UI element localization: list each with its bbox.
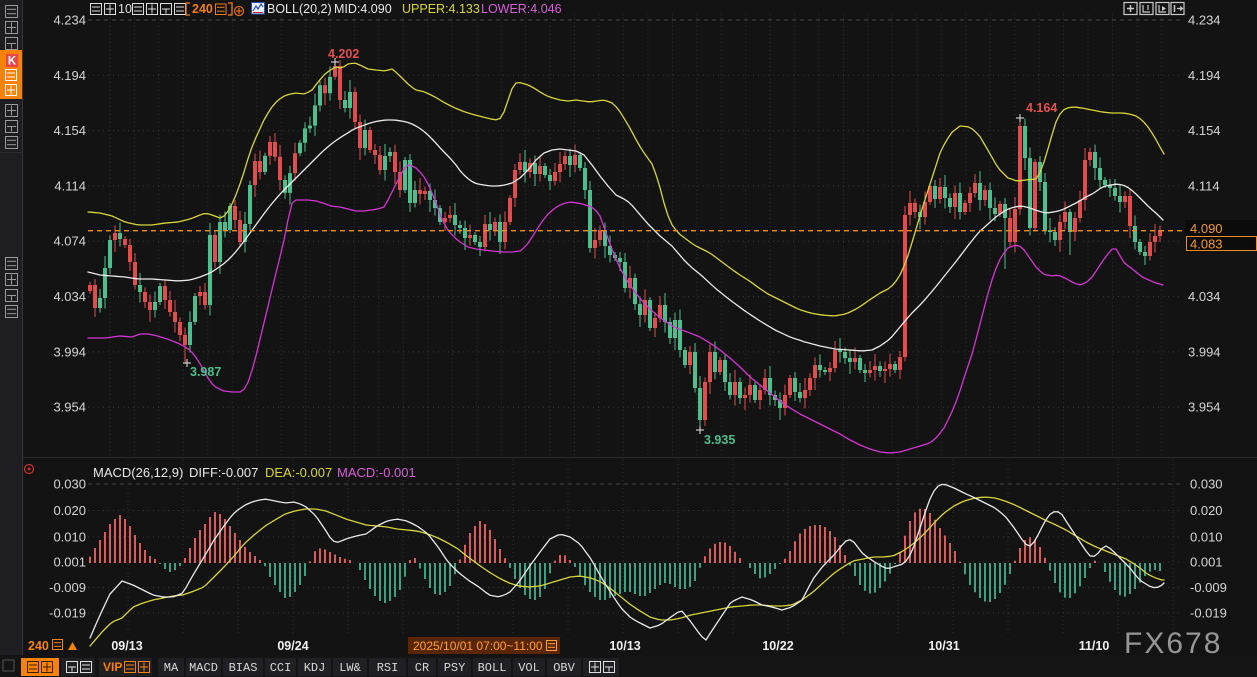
- svg-text:UPPER:4.133: UPPER:4.133: [402, 2, 480, 16]
- svg-text:10/31: 10/31: [928, 639, 959, 653]
- svg-text:0.010: 0.010: [53, 530, 86, 545]
- svg-text:4.154: 4.154: [1188, 123, 1221, 138]
- svg-text:0.020: 0.020: [1190, 503, 1223, 518]
- svg-text:MACD(26,12,9): MACD(26,12,9): [93, 465, 183, 480]
- svg-text:10: 10: [118, 2, 132, 16]
- svg-text:4.164: 4.164: [1026, 101, 1057, 115]
- svg-text:4.034: 4.034: [1188, 289, 1221, 304]
- svg-text:4.114: 4.114: [1188, 178, 1220, 193]
- svg-text:MID:4.090: MID:4.090: [334, 2, 392, 16]
- svg-text:BOLL(20,2): BOLL(20,2): [267, 2, 332, 16]
- svg-text:LW&: LW&: [339, 661, 361, 675]
- svg-text:MACD: MACD: [189, 661, 218, 675]
- svg-text:VIP: VIP: [103, 660, 122, 674]
- svg-text:240: 240: [28, 639, 49, 653]
- svg-text:10/22: 10/22: [762, 639, 793, 653]
- svg-text:MACD:-0.001: MACD:-0.001: [337, 465, 416, 480]
- svg-text:3.987: 3.987: [190, 365, 221, 379]
- svg-text:11/10: 11/10: [1079, 639, 1110, 653]
- svg-text:2025/10/01 07:00~11:00: 2025/10/01 07:00~11:00: [413, 639, 543, 653]
- svg-text:4.234: 4.234: [1188, 13, 1221, 28]
- svg-text:4.090: 4.090: [1190, 221, 1223, 236]
- svg-text:3.935: 3.935: [704, 433, 735, 447]
- svg-text:3.954: 3.954: [1188, 400, 1221, 415]
- svg-text:0.001: 0.001: [1190, 555, 1223, 570]
- svg-text:09/13: 09/13: [111, 639, 142, 653]
- svg-text:-0.019: -0.019: [1190, 606, 1227, 621]
- svg-text:MA: MA: [164, 661, 179, 675]
- svg-text:0.020: 0.020: [53, 503, 86, 518]
- svg-text:4.083: 4.083: [1190, 237, 1223, 252]
- svg-text:4.202: 4.202: [328, 47, 359, 61]
- svg-text:3.994: 3.994: [53, 344, 86, 359]
- svg-text:0.010: 0.010: [1190, 530, 1223, 545]
- svg-text:3.994: 3.994: [1188, 344, 1221, 359]
- svg-text:4.194: 4.194: [53, 68, 86, 83]
- svg-text:0.001: 0.001: [53, 555, 86, 570]
- svg-text:OBV: OBV: [553, 661, 575, 675]
- svg-text:4.234: 4.234: [53, 13, 86, 28]
- svg-text:CR: CR: [415, 661, 429, 675]
- svg-text:RSI: RSI: [377, 661, 399, 675]
- svg-text:-0.019: -0.019: [49, 606, 86, 621]
- svg-text:240: 240: [192, 2, 213, 16]
- svg-text:3.954: 3.954: [53, 400, 86, 415]
- svg-text:CCI: CCI: [270, 661, 292, 675]
- svg-text:DIFF:-0.007: DIFF:-0.007: [189, 465, 258, 480]
- svg-text:4.034: 4.034: [53, 289, 86, 304]
- svg-text:K: K: [8, 56, 17, 68]
- svg-text:4.114: 4.114: [54, 178, 86, 193]
- svg-text:09/24: 09/24: [277, 639, 308, 653]
- svg-text:-0.009: -0.009: [1190, 580, 1227, 595]
- svg-text:10/13: 10/13: [609, 639, 640, 653]
- svg-text:VOL: VOL: [518, 661, 540, 675]
- svg-text:KDJ: KDJ: [304, 661, 326, 675]
- svg-text:BOLL: BOLL: [478, 661, 507, 675]
- svg-text:0.030: 0.030: [53, 477, 86, 492]
- svg-text:4.074: 4.074: [53, 234, 86, 249]
- svg-text:0.030: 0.030: [1190, 477, 1223, 492]
- svg-text:DEA:-0.007: DEA:-0.007: [265, 465, 332, 480]
- svg-text:4.154: 4.154: [53, 123, 86, 138]
- svg-text:PSY: PSY: [444, 661, 466, 675]
- svg-text:BIAS: BIAS: [229, 661, 258, 675]
- svg-text:-0.009: -0.009: [49, 580, 86, 595]
- svg-text:LOWER:4.046: LOWER:4.046: [481, 2, 562, 16]
- svg-text:4.194: 4.194: [1188, 68, 1221, 83]
